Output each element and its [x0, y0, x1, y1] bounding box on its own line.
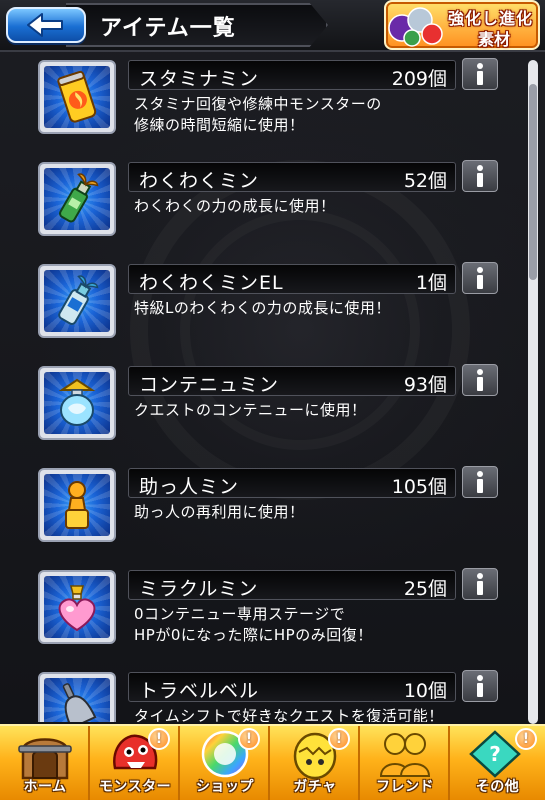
wakuwaku-el-bottle-icon — [58, 275, 99, 325]
alert-badge: ! — [515, 728, 537, 750]
item-description: クエストのコンテニューに使用！ — [134, 401, 367, 419]
evolution-orbs-icon — [388, 7, 443, 47]
info-icon — [477, 165, 483, 187]
item-icon-frame — [38, 672, 116, 722]
list-item: ミラクルミン 25個 0コンテニュー専用ステージで HPが0になった際にHPのみ… — [0, 566, 545, 670]
wakuwaku-bottle-icon — [59, 173, 99, 223]
nav-gacha[interactable]: ! ガチャ — [270, 726, 360, 800]
evolution-materials-button[interactable]: 強化し進化 素材 — [384, 0, 540, 50]
item-name: ミラクルミン — [139, 578, 259, 600]
info-button[interactable] — [462, 364, 498, 396]
back-arrow-icon — [27, 13, 63, 37]
list-item: スタミナミン 209個 スタミナ回復や修練中モンスターの 修練の時間短縮に使用！ — [0, 56, 545, 160]
travel-bell-icon — [62, 683, 97, 722]
page-title: アイテム一覧 — [100, 16, 236, 41]
item-name: トラベルベル — [139, 680, 260, 702]
info-button[interactable] — [462, 670, 498, 702]
item-description: スタミナ回復や修練中モンスターの 修練の時間短縮に使用！ — [134, 95, 382, 134]
nav-other[interactable]: ? ! その他 — [450, 726, 545, 800]
item-count: 52個 — [403, 170, 447, 192]
friends-icon — [379, 733, 431, 777]
item-icon-frame — [38, 468, 116, 542]
item-name-bar: わくわくミンEL 1個 — [128, 264, 456, 294]
item-count: 1個 — [415, 272, 447, 294]
nav-label: ショップ — [196, 779, 254, 795]
home-gate-icon — [18, 738, 72, 780]
list-item: わくわくミン 52個 わくわくの力の成長に使用！ — [0, 158, 545, 262]
continue-potion-icon — [58, 378, 96, 426]
item-icon-frame — [38, 264, 116, 338]
alert-badge: ! — [148, 728, 170, 750]
info-button[interactable] — [462, 160, 498, 192]
info-button[interactable] — [462, 568, 498, 600]
back-button[interactable] — [6, 7, 86, 43]
nav-monster[interactable]: ! モンスター — [90, 726, 180, 800]
item-name: スタミナミン — [139, 68, 260, 90]
item-name: わくわくミン — [139, 170, 260, 192]
materials-label: 素材 — [478, 30, 511, 49]
item-name: コンテニュミン — [139, 374, 280, 396]
info-icon — [477, 267, 483, 289]
info-icon — [477, 471, 483, 493]
item-description: 0コンテニュー専用ステージで HPが0になった際にHPのみ回復！ — [134, 605, 373, 644]
list-item: わくわくミンEL 1個 特級Lのわくわくの力の成長に使用！ — [0, 260, 545, 364]
item-list[interactable]: スタミナミン 209個 スタミナ回復や修練中モンスターの 修練の時間短縮に使用！ — [0, 52, 545, 722]
item-description: わくわくの力の成長に使用！ — [134, 197, 336, 215]
info-button[interactable] — [462, 466, 498, 498]
nav-label: フレンド — [376, 779, 434, 795]
item-icon-frame — [38, 570, 116, 644]
item-name-bar: トラベルベル 10個 — [128, 672, 456, 702]
item-description: タイムシフトで好きなクエストを復活可能！ — [134, 707, 444, 722]
nav-label: ホーム — [23, 779, 67, 795]
header: アイテム一覧 強化し進化 素材 — [0, 0, 545, 52]
list-item: コンテニュミン 93個 クエストのコンテニューに使用！ — [0, 362, 545, 466]
item-icon-frame — [38, 162, 116, 236]
item-name-bar: 助っ人ミン 105個 — [128, 468, 456, 498]
miracle-heart-bottle-icon — [58, 585, 96, 632]
item-count: 209個 — [391, 68, 447, 90]
item-description: 助っ人の再利用に使用！ — [134, 503, 305, 521]
info-button[interactable] — [462, 58, 498, 90]
alert-badge: ! — [238, 728, 260, 750]
item-name-bar: わくわくミン 52個 — [128, 162, 456, 192]
item-icon-frame — [38, 366, 116, 440]
item-count: 25個 — [403, 578, 447, 600]
nav-home[interactable]: ホーム — [0, 726, 90, 800]
info-icon — [477, 63, 483, 85]
item-count: 105個 — [391, 476, 447, 498]
item-count: 93個 — [403, 374, 447, 396]
list-item: 助っ人ミン 105個 助っ人の再利用に使用！ — [0, 464, 545, 568]
scrollbar-thumb[interactable] — [529, 84, 537, 280]
list-item: トラベルベル 10個 タイムシフトで好きなクエストを復活可能！ — [0, 668, 545, 722]
info-icon — [477, 369, 483, 391]
helper-figure-icon — [65, 481, 89, 529]
nav-shop[interactable]: ! ショップ — [180, 726, 270, 800]
item-description: 特級Lのわくわくの力の成長に使用！ — [134, 299, 391, 317]
info-icon — [477, 675, 483, 697]
item-name-bar: スタミナミン 209個 — [128, 60, 456, 90]
item-name: わくわくミンEL — [139, 272, 284, 294]
alert-badge: ! — [328, 728, 350, 750]
info-button[interactable] — [462, 262, 498, 294]
bottom-nav: ホーム ! モンスター ! ショップ ! ガチャ フレンド ? ! その他 — [0, 724, 545, 800]
svg-text:?: ? — [489, 742, 501, 766]
item-name: 助っ人ミン — [139, 476, 240, 498]
item-name-bar: ミラクルミン 25個 — [128, 570, 456, 600]
nav-friend[interactable]: フレンド — [360, 726, 450, 800]
item-name-bar: コンテニュミン 93個 — [128, 366, 456, 396]
nav-label: その他 — [475, 779, 520, 795]
item-count: 10個 — [403, 680, 447, 702]
nav-label: モンスター — [98, 779, 172, 795]
stamina-can-icon — [57, 70, 97, 123]
nav-label: ガチャ — [293, 779, 337, 795]
info-icon — [477, 573, 483, 595]
item-icon-frame — [38, 60, 116, 134]
